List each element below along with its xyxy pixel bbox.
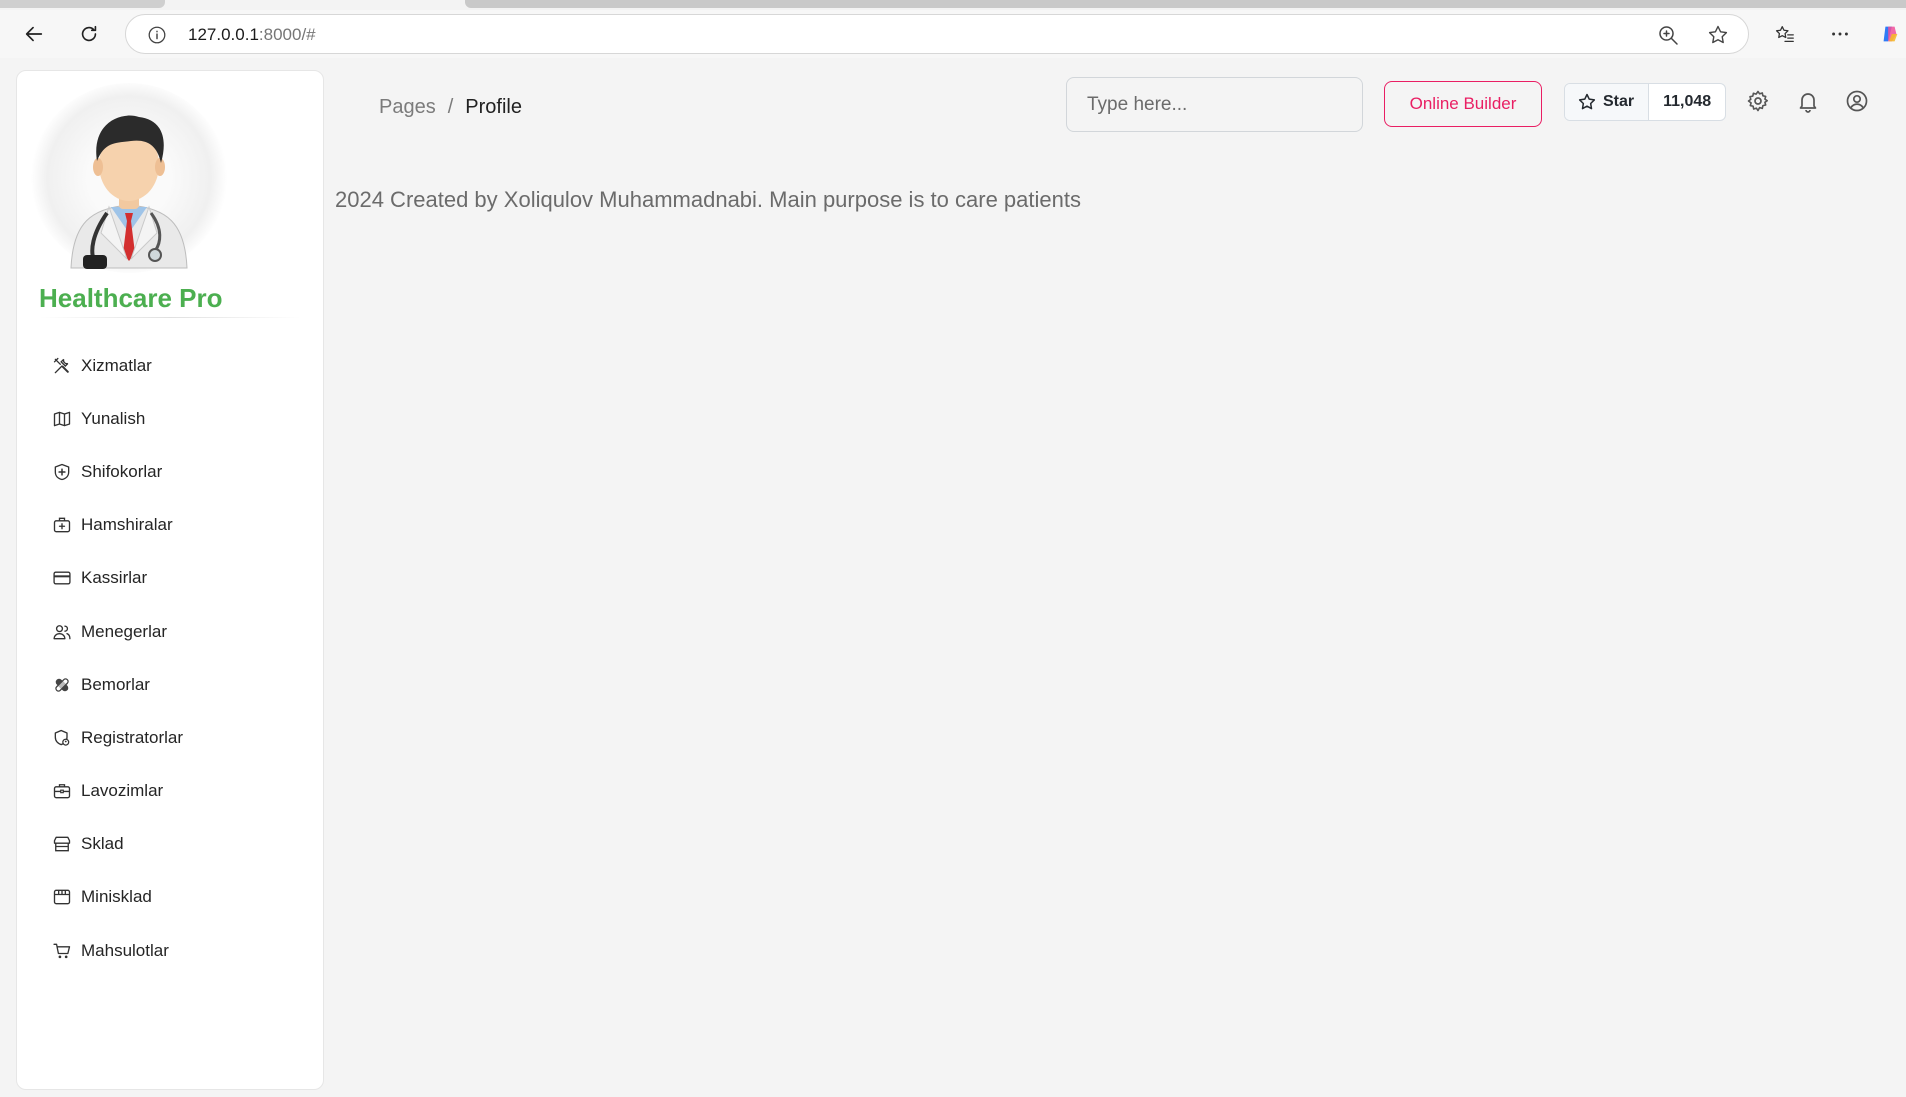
- breadcrumb: Pages / Profile: [379, 96, 522, 119]
- more-button[interactable]: [1822, 16, 1858, 52]
- sidebar-item-hamshiralar[interactable]: Hamshiralar: [17, 499, 325, 552]
- users-icon: [51, 621, 73, 643]
- sidebar-item-label: Yunalish: [81, 408, 146, 428]
- tools-icon: [51, 355, 73, 377]
- sidebar-item-label: Hamshiralar: [81, 515, 173, 535]
- settings-button[interactable]: [1744, 87, 1772, 115]
- info-icon[interactable]: [146, 24, 168, 46]
- online-builder-button[interactable]: Online Builder: [1384, 81, 1542, 127]
- address-bar[interactable]: 127.0.0.1:8000/#: [125, 14, 1749, 54]
- sidebar-item-label: Lavozimlar: [81, 781, 164, 801]
- browser-toolbar: 127.0.0.1:8000/#: [0, 10, 1906, 58]
- sidebar-divider: [39, 317, 301, 318]
- github-star-button[interactable]: Star: [1565, 84, 1650, 120]
- browser-tab-inactive[interactable]: [465, 0, 1906, 8]
- shield-plus-icon: [51, 461, 73, 483]
- doctor-avatar: [31, 83, 227, 273]
- sidebar-item-kassirlar[interactable]: Kassirlar: [17, 552, 325, 605]
- cart-icon: [51, 940, 73, 962]
- breadcrumb-pages[interactable]: Pages: [379, 96, 436, 119]
- breadcrumb-separator: /: [447, 96, 454, 118]
- bandage-icon: [51, 674, 73, 696]
- star-icon: [1578, 93, 1596, 110]
- shield-user-icon: [51, 727, 73, 749]
- copilot-icon: [1883, 26, 1898, 42]
- sidebar-item-label: Mahsulotlar: [81, 940, 169, 960]
- zoom-icon[interactable]: [1656, 23, 1680, 47]
- url-path: :8000/#: [258, 25, 316, 44]
- breadcrumb-current: Profile: [465, 96, 522, 118]
- sidebar-item-label: Minisklad: [81, 887, 152, 907]
- arrow-left-icon: [25, 26, 43, 42]
- sidebar-item-yunalish[interactable]: Yunalish: [17, 392, 325, 445]
- sidebar-item-xizmatlar[interactable]: Xizmatlar: [17, 339, 325, 392]
- notifications-button[interactable]: [1794, 87, 1822, 115]
- sidebar-item-label: Kassirlar: [81, 568, 148, 588]
- user-circle-icon: [1846, 90, 1868, 112]
- footer-text: 2024 Created by Xoliqulov Muhammadnabi. …: [335, 187, 1081, 212]
- brand-title[interactable]: Healthcare Pro: [39, 283, 223, 314]
- sidebar-item-bemorlar[interactable]: Bemorlar: [17, 658, 325, 711]
- warehouse-icon: [51, 833, 73, 855]
- sidebar-item-label: Shifokorlar: [81, 461, 163, 481]
- reload-button[interactable]: [71, 16, 107, 52]
- browser-tab-active[interactable]: [0, 0, 165, 8]
- sidebar-item-label: Sklad: [81, 834, 124, 854]
- sidebar-item-lavozimlar[interactable]: Lavozimlar: [17, 765, 325, 818]
- sidebar-menu: Xizmatlar Yunalish Shifokorlar Hamshiral…: [17, 339, 325, 977]
- sidebar: Healthcare Pro Xizmatlar Yunalish Shifok…: [16, 70, 324, 1090]
- briefcase-icon: [51, 780, 73, 802]
- favorites-list-icon: [1775, 26, 1794, 42]
- sidebar-item-shifokorlar[interactable]: Shifokorlar: [17, 445, 325, 498]
- reload-icon: [81, 25, 97, 42]
- sidebar-item-mahsulotlar[interactable]: Mahsulotlar: [17, 924, 325, 977]
- sidebar-item-registratorlar[interactable]: Registratorlar: [17, 711, 325, 764]
- gear-icon: [1747, 90, 1768, 112]
- github-star-widget: Star 11,048: [1564, 83, 1727, 121]
- sidebar-item-label: Xizmatlar: [81, 355, 152, 375]
- sidebar-item-label: Bemorlar: [81, 674, 150, 694]
- favorites-button[interactable]: [1767, 16, 1803, 52]
- credit-card-icon: [51, 567, 73, 589]
- map-icon: [51, 408, 73, 430]
- account-button[interactable]: [1843, 87, 1871, 115]
- bell-icon: [1799, 93, 1817, 113]
- github-star-label: Star: [1603, 93, 1635, 110]
- medical-kit-icon: [51, 514, 73, 536]
- url-host: 127.0.0.1: [188, 25, 259, 44]
- sidebar-item-label: Registratorlar: [81, 727, 184, 747]
- favorite-star-icon[interactable]: [1706, 23, 1730, 47]
- url-text[interactable]: 127.0.0.1:8000/#: [188, 25, 316, 45]
- sidebar-item-label: Menegerlar: [81, 621, 167, 641]
- copilot-button[interactable]: [1872, 16, 1906, 52]
- store-icon: [51, 886, 73, 908]
- sidebar-item-minisklad[interactable]: Minisklad: [17, 871, 325, 924]
- sidebar-item-menegerlar[interactable]: Menegerlar: [17, 605, 325, 658]
- back-button[interactable]: [16, 16, 52, 52]
- github-star-count[interactable]: 11,048: [1649, 84, 1725, 120]
- browser-tabstrip: [0, 0, 1906, 10]
- more-dots-icon: [1832, 32, 1848, 36]
- doctor-avatar-icon: [70, 115, 188, 269]
- search-input[interactable]: [1066, 77, 1363, 132]
- sidebar-item-sklad[interactable]: Sklad: [17, 818, 325, 871]
